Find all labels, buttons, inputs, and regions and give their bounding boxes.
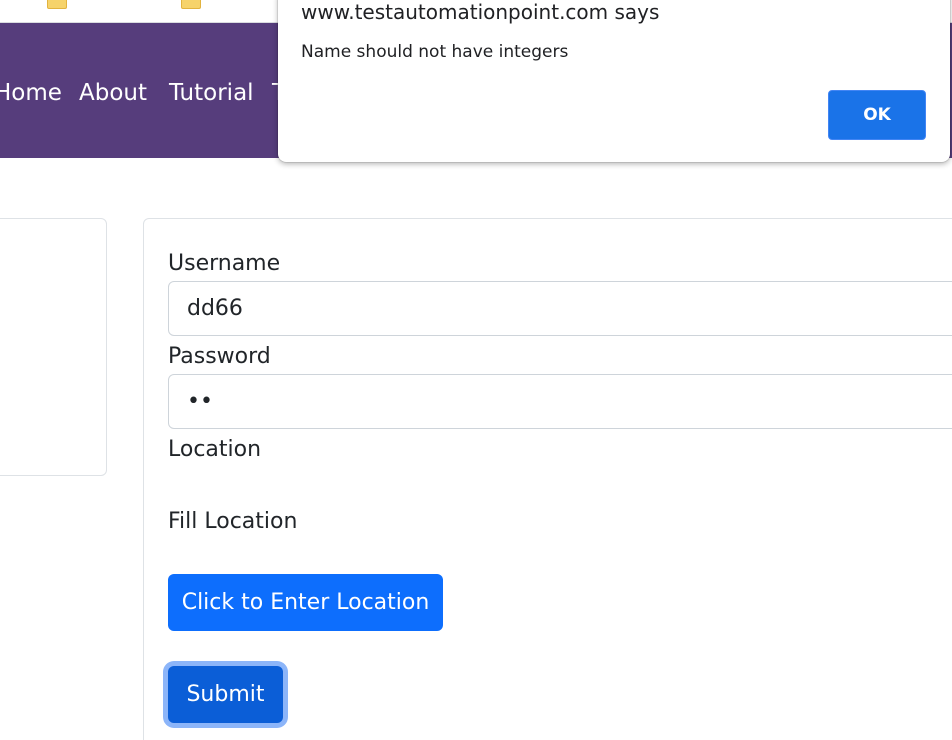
bookmark-folder-icon[interactable] [47,0,67,9]
page: Home About Tutorial T Username Password … [0,0,952,740]
username-label: Username [168,251,281,276]
fill-location-text: Fill Location [168,509,298,534]
submit-button[interactable]: Submit [168,666,283,723]
password-label: Password [168,344,271,369]
dialog-ok-button[interactable]: OK [828,90,926,140]
sidebar-card [0,218,107,476]
enter-location-button[interactable]: Click to Enter Location [168,574,443,631]
nav-link-about[interactable]: About [79,78,147,108]
username-input[interactable] [168,281,952,336]
dialog-message: Name should not have integers [301,42,569,62]
bookmark-folder-icon[interactable] [181,0,201,9]
nav-link-home[interactable]: Home [0,78,62,108]
alert-dialog: www.testautomationpoint.com says Name sh… [278,0,950,162]
nav-link-tutorial[interactable]: Tutorial [169,78,254,108]
location-label: Location [168,437,262,462]
dialog-title: www.testautomationpoint.com says [301,0,660,24]
password-input[interactable] [168,374,952,429]
